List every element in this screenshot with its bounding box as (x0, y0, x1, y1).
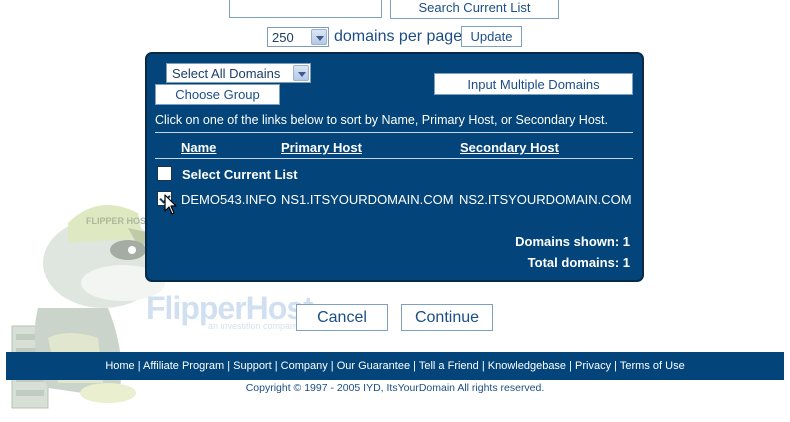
footer-link-knowledgebase[interactable]: Knowledgebase (488, 360, 566, 372)
sort-by-secondary-host-link[interactable]: Secondary Host (460, 140, 559, 155)
divider-header (155, 158, 633, 159)
cancel-button[interactable]: Cancel (296, 304, 388, 331)
per-page-select[interactable]: 250 (267, 27, 329, 47)
footer-links: Home | Affiliate Program | Support | Com… (105, 360, 685, 372)
chevron-down-icon[interactable] (311, 29, 327, 45)
sort-instruction: Click on one of the links below to sort … (155, 113, 608, 127)
search-input[interactable] (229, 0, 382, 18)
chevron-down-icon[interactable] (293, 65, 309, 81)
divider-top (155, 132, 633, 133)
domain-select[interactable]: Select All Domains (166, 63, 311, 83)
copyright: Copyright © 1997 - 2005 IYD, ItsYourDoma… (245, 382, 545, 394)
mouse-cursor-icon (164, 194, 178, 221)
continue-button[interactable]: Continue (401, 304, 493, 331)
select-current-list-checkbox[interactable] (157, 166, 172, 181)
footer-link-support[interactable]: Support (233, 360, 272, 372)
update-button[interactable]: Update (461, 26, 522, 47)
per-page-value: 250 (272, 30, 294, 45)
footer-link-terms-of-use[interactable]: Terms of Use (620, 360, 685, 372)
domain-name: DEMO543.INFO (181, 192, 277, 207)
flipperhost-logo: FlipperHost an investition company (146, 290, 314, 331)
footer-link-privacy[interactable]: Privacy (575, 360, 611, 372)
domain-primary-host: NS1.ITSYOURDOMAIN.COM (281, 192, 454, 207)
total-domains: Total domains: 1 (527, 255, 630, 270)
footer-link-tell-a-friend[interactable]: Tell a Friend (419, 360, 479, 372)
mascot-cap-text: FLIPPER HOST (86, 216, 152, 226)
per-page-label: domains per page (334, 28, 463, 45)
select-current-list-label: Select Current List (182, 167, 298, 182)
footer-link-home[interactable]: Home (105, 360, 134, 372)
footer-link-affiliate-program[interactable]: Affiliate Program (143, 360, 224, 372)
choose-group-button[interactable]: Choose Group (155, 84, 280, 105)
sort-by-primary-host-link[interactable]: Primary Host (281, 140, 362, 155)
footer-link-our-guarantee[interactable]: Our Guarantee (337, 360, 410, 372)
domain-select-value: Select All Domains (172, 66, 281, 81)
footer-link-company[interactable]: Company (281, 360, 328, 372)
domain-secondary-host: NS2.ITSYOURDOMAIN.COM (459, 192, 632, 207)
search-current-list-button[interactable]: Search Current List (390, 0, 559, 19)
sort-by-name-link[interactable]: Name (181, 140, 216, 155)
input-multiple-domains-button[interactable]: Input Multiple Domains (434, 73, 633, 95)
domains-shown: Domains shown: 1 (515, 234, 630, 249)
